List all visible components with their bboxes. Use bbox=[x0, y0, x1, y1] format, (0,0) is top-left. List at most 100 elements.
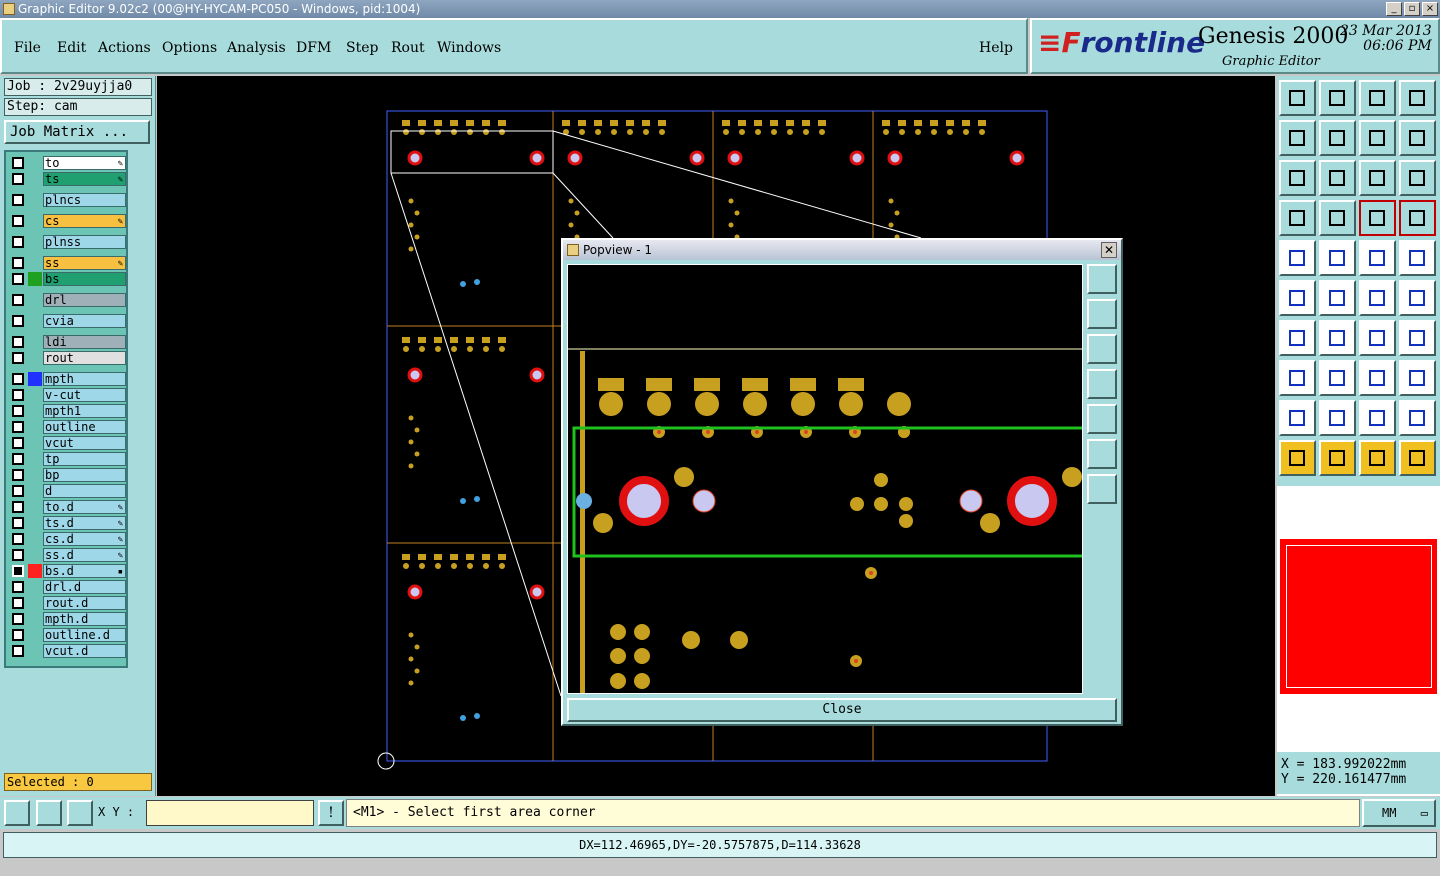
help-icon[interactable] bbox=[1399, 160, 1436, 196]
arrow-pt2-icon[interactable] bbox=[1399, 280, 1436, 316]
close-window-button[interactable]: × bbox=[1422, 2, 1438, 16]
layer-name[interactable]: cs ✎ bbox=[43, 214, 126, 228]
slash-icon[interactable] bbox=[1319, 320, 1356, 356]
menu-windows[interactable]: Windows bbox=[437, 40, 501, 56]
menu-dfm[interactable]: DFM bbox=[296, 40, 331, 56]
pointer4-icon[interactable] bbox=[1399, 440, 1436, 476]
layer-checkbox[interactable] bbox=[12, 373, 24, 385]
layer-name[interactable]: to.d ✎ bbox=[43, 500, 126, 514]
job-matrix-button[interactable]: Job Matrix ... bbox=[4, 120, 150, 144]
flip-icon[interactable] bbox=[1399, 320, 1436, 356]
arrow-pt-icon[interactable] bbox=[1359, 280, 1396, 316]
layer-checkbox[interactable] bbox=[12, 613, 24, 625]
menu-rout[interactable]: Rout bbox=[391, 40, 425, 56]
layer-checkbox[interactable] bbox=[12, 257, 24, 269]
popview-pan-down-icon[interactable] bbox=[1087, 334, 1117, 364]
layer-row-plnss[interactable]: plnss bbox=[8, 235, 126, 249]
layer-checkbox[interactable] bbox=[12, 517, 24, 529]
layer-checkbox[interactable] bbox=[12, 194, 24, 206]
layer-row-ts[interactable]: ts ✎ bbox=[8, 172, 126, 186]
blob-icon[interactable] bbox=[1399, 360, 1436, 396]
layer-checkbox[interactable] bbox=[12, 501, 24, 513]
units-select[interactable]: MM ▭ bbox=[1362, 799, 1436, 827]
layer-checkbox[interactable] bbox=[12, 389, 24, 401]
layer-row-bs.d[interactable]: bs.d ▪ bbox=[8, 564, 126, 578]
angle-icon[interactable] bbox=[1279, 320, 1316, 356]
menu-options[interactable]: Options bbox=[162, 40, 217, 56]
layer-name[interactable]: outline.d bbox=[43, 628, 126, 642]
dim-icon[interactable] bbox=[1359, 360, 1396, 396]
layer-name[interactable]: cvia bbox=[43, 314, 126, 328]
layer-checkbox[interactable] bbox=[12, 453, 24, 465]
house-icon[interactable] bbox=[1359, 80, 1396, 116]
layer-name[interactable]: v-cut bbox=[43, 388, 126, 402]
layer-name[interactable]: ss.d ✎ bbox=[43, 548, 126, 562]
minus-icon[interactable] bbox=[1319, 360, 1356, 396]
net2-icon[interactable] bbox=[1399, 200, 1436, 236]
layer-row-plncs[interactable]: plncs bbox=[8, 193, 126, 207]
layer-checkbox[interactable] bbox=[12, 565, 24, 577]
right-icon[interactable] bbox=[1319, 120, 1356, 156]
layer-checkbox[interactable] bbox=[12, 437, 24, 449]
layer-row-vcut[interactable]: vcut bbox=[8, 436, 126, 450]
layer-row-tp[interactable]: tp bbox=[8, 452, 126, 466]
route-icon[interactable] bbox=[1319, 200, 1356, 236]
popview-close-button[interactable]: Close bbox=[567, 698, 1117, 722]
layer-row-bs[interactable]: bs bbox=[8, 272, 126, 286]
layer-name[interactable]: mpth1 bbox=[43, 404, 126, 418]
layer-checkbox[interactable] bbox=[12, 421, 24, 433]
popview-pan-up-icon[interactable] bbox=[1087, 299, 1117, 329]
home-icon[interactable] bbox=[1279, 80, 1316, 116]
s-curve-icon[interactable] bbox=[1399, 120, 1436, 156]
layer-row-mpth1[interactable]: mpth1 bbox=[8, 404, 126, 418]
layer-name[interactable]: ts ✎ bbox=[43, 172, 126, 186]
left-icon[interactable] bbox=[1279, 120, 1316, 156]
undo-icon[interactable] bbox=[1359, 320, 1396, 356]
popview-pan-right-icon[interactable] bbox=[1087, 404, 1117, 434]
layer-row-mpth[interactable]: mpth bbox=[8, 372, 126, 386]
alert-icon[interactable]: ! bbox=[318, 800, 344, 826]
layer-checkbox[interactable] bbox=[12, 236, 24, 248]
layer-name[interactable]: outline bbox=[43, 420, 126, 434]
layer-name[interactable]: plnss bbox=[43, 235, 126, 249]
menu-help[interactable]: Help bbox=[979, 40, 1013, 56]
popview-zoom-out-icon[interactable] bbox=[1087, 439, 1117, 469]
layer-checkbox[interactable] bbox=[12, 581, 24, 593]
pointer-icon[interactable] bbox=[1279, 440, 1316, 476]
layer-name[interactable]: drl.d bbox=[43, 580, 126, 594]
layer-row-rout[interactable]: rout bbox=[8, 351, 126, 365]
layer-checkbox[interactable] bbox=[12, 597, 24, 609]
center-icon[interactable] bbox=[1319, 160, 1356, 196]
layer-checkbox[interactable] bbox=[12, 315, 24, 327]
layer-row-drl.d[interactable]: drl.d bbox=[8, 580, 126, 594]
ruler-icon[interactable] bbox=[1359, 240, 1396, 276]
layer-name[interactable]: ts.d ✎ bbox=[43, 516, 126, 530]
layer-name[interactable]: vcut bbox=[43, 436, 126, 450]
layer-row-outline[interactable]: outline bbox=[8, 420, 126, 434]
maximize-button[interactable]: ▫ bbox=[1404, 2, 1420, 16]
layer-checkbox[interactable] bbox=[12, 173, 24, 185]
layer-name[interactable]: bs bbox=[43, 272, 126, 286]
layer-name[interactable]: tp bbox=[43, 452, 126, 466]
shape-icon[interactable] bbox=[1279, 360, 1316, 396]
layer-row-mpth.d[interactable]: mpth.d bbox=[8, 612, 126, 626]
down-icon[interactable] bbox=[1319, 80, 1356, 116]
layer-row-ldi[interactable]: ldi bbox=[8, 335, 126, 349]
layer-name[interactable]: ldi bbox=[43, 335, 126, 349]
tri-icon[interactable] bbox=[1279, 400, 1316, 436]
layer-checkbox[interactable] bbox=[12, 215, 24, 227]
layer-name[interactable]: cs.d ✎ bbox=[43, 532, 126, 546]
grid-icon[interactable] bbox=[67, 800, 93, 826]
layer-checkbox[interactable] bbox=[12, 549, 24, 561]
layer-row-d[interactable]: d bbox=[8, 484, 126, 498]
tri2-icon[interactable] bbox=[1319, 400, 1356, 436]
snap-icon[interactable] bbox=[36, 800, 62, 826]
layer-row-to.d[interactable]: to.d ✎ bbox=[8, 500, 126, 514]
layer-name[interactable]: drl bbox=[43, 293, 126, 307]
dot-icon[interactable] bbox=[1399, 240, 1436, 276]
ratio-icon[interactable] bbox=[1359, 160, 1396, 196]
layer-name[interactable]: mpth bbox=[43, 372, 126, 386]
layer-row-v-cut[interactable]: v-cut bbox=[8, 388, 126, 402]
layer-checkbox[interactable] bbox=[12, 533, 24, 545]
back-icon[interactable] bbox=[1359, 120, 1396, 156]
